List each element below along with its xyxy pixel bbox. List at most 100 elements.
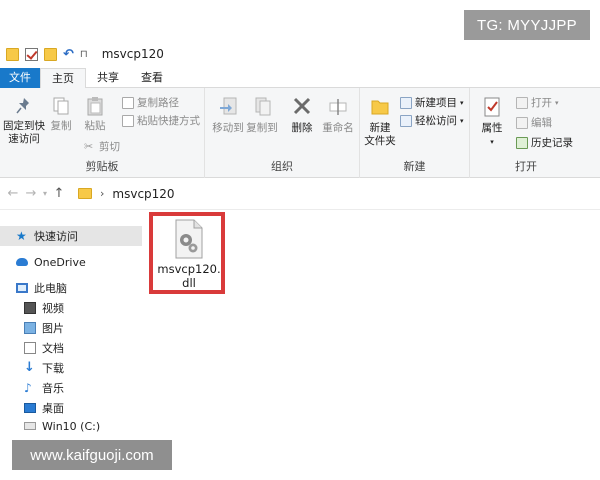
- edit-button[interactable]: 编辑: [516, 115, 552, 130]
- nav-item-label: 音乐: [42, 382, 64, 395]
- nav-item-label: Win10 (C:): [42, 419, 101, 433]
- edit-label: 编辑: [531, 117, 552, 129]
- new-folder-label-line2: 文件夹: [364, 135, 396, 147]
- delete-button[interactable]: 删除: [285, 96, 319, 135]
- nav-item-label: 视频: [42, 302, 64, 315]
- up-arrow-icon[interactable]: ↑: [50, 186, 68, 201]
- edit-icon: [516, 116, 528, 129]
- ribbon: 固定到快 速访问 复制 粘贴 复制路径 粘贴快捷方式 ✂ 剪切 剪贴板 移动到: [0, 88, 600, 178]
- customize-quick-access-icon[interactable]: ⊓: [80, 49, 88, 60]
- easy-access-dropdown-icon: ▾: [460, 116, 464, 125]
- move-to-icon: [220, 97, 237, 115]
- cut-label: 剪切: [99, 141, 120, 153]
- pin-icon: [16, 98, 29, 114]
- open-dropdown-icon: ▾: [555, 98, 559, 107]
- copy-to-icon: [255, 97, 271, 116]
- document-icon: [24, 342, 36, 354]
- copy-path-button[interactable]: 复制路径: [122, 95, 179, 110]
- paste-shortcut-button[interactable]: 粘贴快捷方式: [122, 113, 200, 128]
- tab-home[interactable]: 主页: [40, 68, 86, 89]
- music-note-icon: ♪: [24, 381, 32, 395]
- nav-item-pictures[interactable]: 图片: [0, 318, 142, 338]
- desktop-icon: [24, 403, 36, 413]
- download-arrow-icon: ↓: [24, 360, 35, 375]
- rename-button[interactable]: 重命名: [319, 96, 357, 135]
- copy-label: 复制: [50, 120, 72, 132]
- open-label: 打开: [531, 97, 552, 109]
- delete-x-icon: [293, 97, 311, 115]
- title-bar: ↶ ⊓ msvcp120: [0, 40, 600, 68]
- nav-item-videos[interactable]: 视频: [0, 298, 142, 318]
- pin-label-line2: 速访问: [8, 133, 40, 145]
- file-name-line2: dll: [182, 276, 196, 290]
- nav-item-label: 此电脑: [34, 282, 67, 295]
- nav-item-music[interactable]: ♪ 音乐: [0, 378, 142, 398]
- properties-quick-icon[interactable]: [25, 47, 38, 61]
- properties-button[interactable]: 属性 ▾: [474, 96, 510, 149]
- clipboard-group-label: 剪贴板: [85, 160, 119, 173]
- pin-label-line1: 固定到快: [3, 120, 45, 132]
- tab-file[interactable]: 文件: [0, 68, 40, 88]
- new-folder-button[interactable]: 新建 文件夹: [364, 96, 396, 148]
- nav-item-drive-c[interactable]: Win10 (C:): [0, 416, 142, 436]
- nav-item-desktop[interactable]: 桌面: [0, 398, 142, 418]
- nav-item-quick-access[interactable]: ★ 快速访问: [0, 226, 142, 246]
- new-folder-label-line1: 新建: [369, 122, 391, 134]
- nav-item-label: 图片: [42, 322, 64, 335]
- nav-item-label: 文档: [42, 342, 64, 355]
- paste-shortcut-icon: [122, 114, 134, 127]
- new-item-dropdown-icon: ▾: [460, 98, 464, 107]
- history-label: 历史记录: [531, 137, 573, 149]
- copy-to-label: 复制到: [246, 122, 278, 134]
- watermark-bottom: www.kaifguoji.com: [12, 440, 172, 470]
- scissors-icon: ✂: [84, 139, 94, 153]
- address-box[interactable]: › msvcp120: [74, 183, 594, 205]
- open-button[interactable]: 打开 ▾: [516, 95, 559, 110]
- tab-share[interactable]: 共享: [86, 68, 130, 88]
- recent-dropdown-icon[interactable]: ▾: [40, 189, 50, 198]
- open-group: 属性 ▾ 打开 ▾ 编辑 历史记录 打开: [470, 88, 582, 178]
- new-item-button[interactable]: 新建项目 ▾: [400, 95, 464, 110]
- tab-view[interactable]: 查看: [130, 68, 174, 88]
- new-item-icon: [400, 96, 412, 109]
- paste-icon: [87, 97, 103, 116]
- dll-file-gear-icon: [175, 219, 203, 259]
- rename-label: 重命名: [322, 122, 354, 134]
- cut-button[interactable]: ✂ 剪切: [84, 139, 120, 154]
- paste-shortcut-label: 粘贴快捷方式: [137, 115, 200, 127]
- properties-icon: [484, 97, 500, 117]
- nav-item-this-pc[interactable]: 此电脑: [0, 278, 142, 298]
- nav-item-downloads[interactable]: ↓ 下载: [0, 358, 142, 378]
- new-group-label: 新建: [403, 160, 426, 173]
- back-arrow-icon[interactable]: ←: [4, 186, 22, 201]
- computer-icon: [16, 283, 28, 293]
- new-group: 新建 文件夹 新建项目 ▾ 轻松访问 ▾ 新建: [360, 88, 470, 178]
- open-icon: [516, 96, 528, 109]
- clipboard-group: 固定到快 速访问 复制 粘贴 复制路径 粘贴快捷方式 ✂ 剪切 剪贴板: [0, 88, 205, 178]
- nav-item-documents[interactable]: 文档: [0, 338, 142, 358]
- delete-label: 删除: [291, 122, 313, 134]
- forward-arrow-icon[interactable]: →: [22, 186, 40, 201]
- easy-access-label: 轻松访问: [415, 115, 457, 127]
- pin-quick-access-button[interactable]: 固定到快 速访问: [2, 96, 46, 146]
- nav-item-label: OneDrive: [34, 255, 86, 269]
- history-icon: [516, 136, 528, 149]
- chevron-right-icon[interactable]: ›: [100, 187, 104, 200]
- paste-button[interactable]: 粘贴: [80, 96, 110, 133]
- new-folder-quick-icon[interactable]: [44, 47, 57, 61]
- history-button[interactable]: 历史记录: [516, 135, 573, 150]
- move-to-button[interactable]: 移动到: [209, 96, 247, 135]
- star-icon: ★: [16, 229, 27, 243]
- ribbon-tabs: 文件 主页 共享 查看: [0, 68, 600, 89]
- video-icon: [24, 302, 36, 314]
- undo-icon[interactable]: ↶: [63, 48, 74, 61]
- copy-button[interactable]: 复制: [46, 96, 76, 133]
- file-item[interactable]: msvcp120. dll: [155, 216, 223, 292]
- copy-to-button[interactable]: 复制到: [243, 96, 281, 135]
- nav-item-onedrive[interactable]: OneDrive: [0, 252, 142, 272]
- address-bar-row: ← → ▾ ↑ › msvcp120: [0, 178, 600, 210]
- drive-icon: [24, 422, 36, 430]
- folder-icon: [6, 47, 19, 61]
- nav-item-label: 快速访问: [34, 230, 78, 243]
- easy-access-button[interactable]: 轻松访问 ▾: [400, 113, 464, 128]
